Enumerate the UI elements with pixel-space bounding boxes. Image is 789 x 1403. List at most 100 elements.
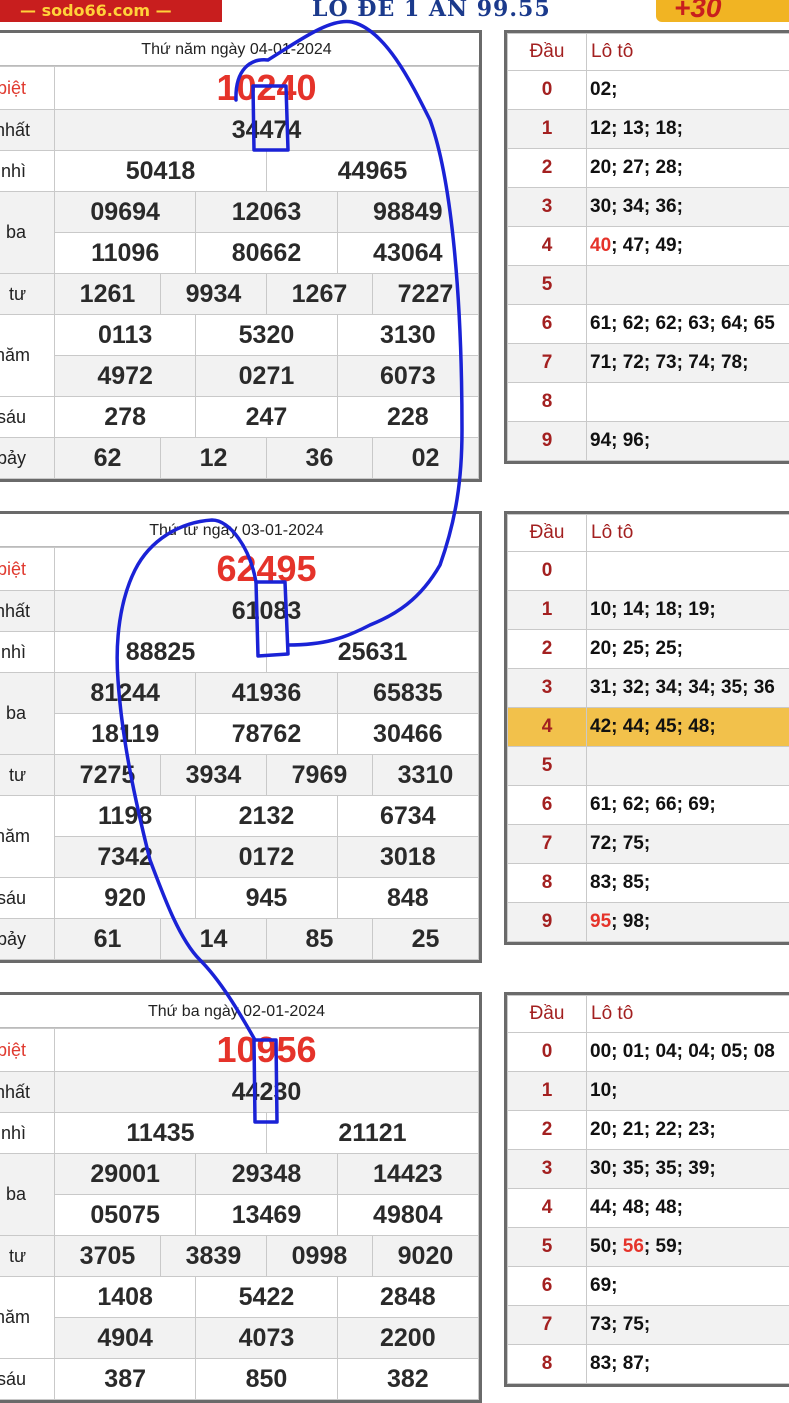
loto-number-list: 12; 13; 18;: [590, 118, 683, 139]
prize-label: năm: [0, 796, 55, 878]
loto-number-list: 20; 27; 28;: [590, 157, 683, 178]
loto-header: ĐầuLô tô: [508, 996, 789, 1033]
special-prize-number: 10240: [55, 67, 479, 110]
prize-label: bảy: [0, 438, 55, 479]
prize-number: 80662: [196, 233, 337, 274]
prize-label: nhất: [0, 591, 55, 632]
loto-number-list: 71; 72; 73; 74; 78;: [590, 352, 748, 373]
loto-number-list: 83; 87;: [590, 1353, 650, 1374]
prize-label: nhì: [0, 1113, 55, 1154]
prize-label: sáu: [0, 878, 55, 919]
prize-number: 6734: [337, 796, 478, 837]
loto-row: 331; 32; 34; 34; 35; 36: [508, 669, 789, 708]
dau-digit: 3: [508, 1150, 587, 1189]
dau-header: Đầu: [508, 515, 587, 552]
draw-date[interactable]: Thứ năm ngày 04-01-2024: [0, 33, 479, 66]
loto-row: 8: [508, 383, 789, 422]
loto-header-label: Lô tô: [587, 515, 789, 552]
loto-numbers: 73; 75;: [587, 1306, 789, 1345]
prize-number: 61083: [55, 591, 479, 632]
loto-number-list: 02;: [590, 79, 617, 100]
loto-numbers: [587, 747, 789, 786]
prize-label: tư: [0, 274, 55, 315]
prize-number: 945: [196, 878, 337, 919]
loto-table: ĐầuLô tô000; 01; 04; 04; 05; 08110;220; …: [504, 992, 789, 1387]
prize-label: bảy: [0, 919, 55, 960]
loto-row: 000; 01; 04; 04; 05; 08: [508, 1033, 789, 1072]
prize-number: 1267: [266, 274, 372, 315]
loto-row: 330; 34; 36;: [508, 188, 789, 227]
prize-number: 6073: [337, 356, 478, 397]
dau-digit: 3: [508, 669, 587, 708]
loto-numbers: 50; 56; 59;: [587, 1228, 789, 1267]
loto-row: 220; 27; 28;: [508, 149, 789, 188]
prize-number: 920: [55, 878, 196, 919]
prize-number: 11096: [55, 233, 196, 274]
prize-label: nhì: [0, 151, 55, 192]
loto-hot-number: 95: [590, 911, 611, 932]
prize-number: 0998: [266, 1236, 372, 1277]
loto-numbers: 20; 21; 22; 23;: [587, 1111, 789, 1150]
prize-number: 5320: [196, 315, 337, 356]
loto-number-list: 44; 48; 48;: [590, 1197, 683, 1218]
loto-row: 994; 96;: [508, 422, 789, 461]
dau-digit: 2: [508, 149, 587, 188]
dau-digit: 1: [508, 591, 587, 630]
prize-number: 25631: [266, 632, 478, 673]
top-banner[interactable]: — sodo66.com — LÔ ĐỀ 1 ĂN 99.55 +30: [0, 0, 789, 22]
draw-date[interactable]: Thứ ba ngày 02-01-2024: [0, 995, 479, 1028]
draw-date[interactable]: Thứ tư ngày 03-01-2024: [0, 514, 479, 547]
loto-numbers: [587, 383, 789, 422]
loto-numbers: 31; 32; 34; 34; 35; 36: [587, 669, 789, 708]
prize-number: 12063: [196, 192, 337, 233]
banner-promo-text: LÔ ĐỀ 1 ĂN 99.55: [312, 0, 551, 22]
loto-numbers: 44; 48; 48;: [587, 1189, 789, 1228]
dau-digit: 0: [508, 1033, 587, 1072]
prize-row: 497202716073: [0, 356, 479, 397]
banner-badge: +30: [656, 0, 789, 22]
prize-number: 1198: [55, 796, 196, 837]
prize-number: 49804: [337, 1195, 478, 1236]
dau-digit: 0: [508, 71, 587, 110]
prize-label: năm: [0, 315, 55, 397]
prize-label: tư: [0, 755, 55, 796]
loto-numbers: 71; 72; 73; 74; 78;: [587, 344, 789, 383]
prize-number: 3705: [55, 1236, 161, 1277]
loto-header-label: Lô tô: [587, 996, 789, 1033]
loto-number-list: 30; 35; 35; 39;: [590, 1158, 716, 1179]
loto-row: 995; 98;: [508, 903, 789, 942]
prize-number: 81244: [55, 673, 196, 714]
prize-number: 2132: [196, 796, 337, 837]
dau-digit: 7: [508, 1306, 587, 1345]
loto-numbers: 72; 75;: [587, 825, 789, 864]
prize-label: tư: [0, 1236, 55, 1277]
loto-number-list: 50;: [590, 1236, 623, 1257]
prize-number: 62: [55, 438, 161, 479]
prize-row: biệt62495: [0, 548, 479, 591]
prize-number: 2848: [337, 1277, 478, 1318]
prize-number: 98849: [337, 192, 478, 233]
loto-header-label: Lô tô: [587, 34, 789, 71]
prize-number: 14: [160, 919, 266, 960]
loto-hot-number: 40: [590, 235, 611, 256]
prize-number: 3934: [160, 755, 266, 796]
prize-number: 4904: [55, 1318, 196, 1359]
prize-number: 85: [266, 919, 372, 960]
prize-number: 9934: [160, 274, 266, 315]
prize-number: 21121: [266, 1113, 478, 1154]
prize-number: 1261: [55, 274, 161, 315]
prize-row: nhất44230: [0, 1072, 479, 1113]
loto-number-list: 42; 44; 45; 48;: [590, 716, 716, 737]
prize-number: 30466: [337, 714, 478, 755]
loto-numbers: 12; 13; 18;: [587, 110, 789, 149]
loto-numbers: 40; 47; 49;: [587, 227, 789, 266]
loto-numbers: 61; 62; 66; 69;: [587, 786, 789, 825]
prize-number: 848: [337, 878, 478, 919]
loto-numbers: 61; 62; 62; 63; 64; 65: [587, 305, 789, 344]
prize-number: 0113: [55, 315, 196, 356]
prize-row: ba096941206398849: [0, 192, 479, 233]
prize-number: 11435: [55, 1113, 267, 1154]
prize-number: 228: [337, 397, 478, 438]
dau-digit: 6: [508, 786, 587, 825]
loto-row: 330; 35; 35; 39;: [508, 1150, 789, 1189]
